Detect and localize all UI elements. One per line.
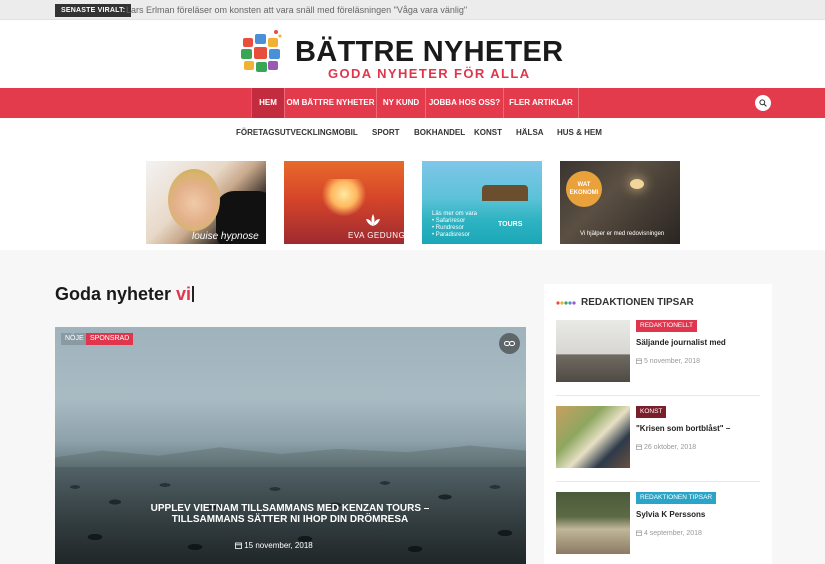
site-tagline: GODA NYHETER FÖR ALLA: [328, 66, 531, 81]
post-date: 4 september, 2018: [636, 530, 702, 537]
featured-title[interactable]: Upplev Vietnam tillsammans med Kenzan To…: [125, 503, 455, 525]
lamp-image: [630, 179, 644, 189]
link-icon: [504, 341, 515, 346]
main-navigation: HEM OM BÄTTRE NYHETER NY KUND JOBBA HOS …: [0, 88, 825, 118]
ad-list: Läs mer om vara • Safariresor • Rundreso…: [432, 211, 477, 239]
category-mobil[interactable]: MOBIL: [332, 128, 358, 137]
category-sport[interactable]: SPORT: [372, 128, 400, 137]
sidebar-post[interactable]: REDAKTIONEN TIPSAR Sylvia K Perssons 4 s…: [556, 492, 760, 556]
nav-item-fler-artiklar[interactable]: FLER ARTIKLAR: [503, 88, 579, 118]
post-date-text: 5 november, 2018: [643, 358, 700, 365]
breaking-ticker: SENASTE VIRALT: Lars Erlman föreläser om…: [0, 0, 825, 20]
category-halsa[interactable]: HÄLSA: [516, 128, 544, 137]
post-date-text: 4 september, 2018: [643, 530, 702, 537]
headline-text: Goda nyheter: [55, 284, 177, 304]
category-navigation: FÖRETAGSUTVECKLING MOBIL SPORT BOKHANDEL…: [0, 118, 825, 148]
ad-banner-louise-hypnose[interactable]: louise hypnose: [146, 161, 266, 244]
heart-hands-image: [322, 179, 366, 217]
calendar-icon: [636, 358, 642, 364]
featured-date: 15 november, 2018: [235, 541, 313, 550]
search-button[interactable]: [755, 95, 771, 111]
ad-banner-row: louise hypnose EVA GEDUNG Läs mer om var…: [0, 148, 825, 250]
ad-caption: EVA GEDUNG: [348, 231, 404, 240]
post-title[interactable]: "Krisen som bortblåst" –: [636, 424, 730, 433]
globe-logo-icon[interactable]: [238, 28, 284, 76]
post-divider: [556, 395, 760, 396]
ad-list-line: • Safariresor: [432, 218, 466, 224]
category-foretagsutveckling[interactable]: FÖRETAGSUTVECKLING: [236, 128, 332, 137]
post-thumbnail[interactable]: [556, 492, 630, 554]
ad-photo-portrait: [168, 169, 220, 231]
nav-item-om-battre-nyheter[interactable]: OM BÄTTRE NYHETER: [284, 88, 376, 118]
post-date: 26 oktober, 2018: [636, 444, 696, 451]
post-category-tag[interactable]: KONST: [636, 406, 667, 418]
post-date: 5 november, 2018: [636, 358, 700, 365]
ad-caption: Vi hjälper er med redovisningen: [580, 231, 665, 237]
ad-caption: louise hypnose: [192, 231, 259, 242]
post-title[interactable]: Sylvia K Perssons: [636, 510, 705, 519]
image-overlay: [55, 327, 526, 564]
post-category-tag[interactable]: REDAKTIONEN TIPSAR: [636, 492, 717, 504]
calendar-icon: [636, 444, 642, 450]
ad-list-line: Läs mer om vara: [432, 211, 478, 217]
category-konst[interactable]: KONST: [474, 128, 502, 137]
post-divider: [556, 481, 760, 482]
post-thumbnail[interactable]: [556, 320, 630, 382]
calendar-icon: [235, 542, 242, 549]
post-date-text: 26 oktober, 2018: [643, 444, 697, 451]
typing-cursor: [192, 286, 194, 302]
ticker-headline[interactable]: Lars Erlman föreläser om konsten att var…: [126, 4, 467, 16]
sidebar-post[interactable]: KONST "Krisen som bortblåst" – 26 oktobe…: [556, 406, 760, 470]
featured-article[interactable]: NÖJE SPONSRAD Upplev Vietnam tillsammans…: [55, 327, 526, 564]
headline-accent: vi: [176, 284, 192, 304]
widget-title: REDAKTIONEN TIPSAR: [581, 297, 694, 308]
ad-list-line: • Paradisresor: [432, 232, 470, 238]
ad-badge: WAT EKONOMI: [566, 171, 602, 207]
ad-list-line: • Rundresor: [432, 225, 464, 231]
ad-banner-wat-ekonomi[interactable]: WAT EKONOMI Vi hjälper er med redovisnin…: [560, 161, 680, 244]
lotus-icon: [366, 214, 380, 226]
post-thumbnail[interactable]: [556, 406, 630, 468]
section-headline: Goda nyheter vi: [55, 284, 194, 305]
category-bokhandel[interactable]: BOKHANDEL: [414, 128, 465, 137]
post-title[interactable]: Säljande journalist med: [636, 338, 726, 347]
beach-hut-image: [482, 185, 528, 201]
post-category-tag[interactable]: REDAKTIONELLT: [636, 320, 697, 332]
category-hus-hem[interactable]: HUS & HEM: [557, 128, 602, 137]
featured-date-text: 15 november, 2018: [244, 541, 313, 550]
ticker-badge: SENASTE VIRALT:: [55, 4, 132, 17]
sidebar-post[interactable]: REDAKTIONELLT Säljande journalist med 5 …: [556, 320, 760, 384]
nav-item-jobba-hos-oss[interactable]: JOBBA HOS OSS?: [425, 88, 503, 118]
tag-sponsrad[interactable]: SPONSRAD: [86, 333, 134, 345]
search-icon: [759, 99, 767, 107]
ad-banner-tours[interactable]: Läs mer om vara • Safariresor • Rundreso…: [422, 161, 542, 244]
site-title[interactable]: BÄTTRE NYHETER: [295, 36, 563, 68]
nav-item-hem[interactable]: HEM: [251, 88, 284, 118]
tag-noje[interactable]: NÖJE: [61, 333, 88, 345]
ad-brand: TOURS: [498, 221, 523, 228]
color-dots-icon: [556, 301, 576, 305]
link-button[interactable]: [499, 333, 520, 354]
nav-item-ny-kund[interactable]: NY KUND: [376, 88, 425, 118]
ad-banner-eva-gedung[interactable]: EVA GEDUNG: [284, 161, 404, 244]
sidebar-widget: REDAKTIONEN TIPSAR REDAKTIONELLT Säljand…: [544, 284, 772, 564]
calendar-icon: [636, 530, 642, 536]
site-header: BÄTTRE NYHETER GODA NYHETER FÖR ALLA: [0, 20, 825, 88]
